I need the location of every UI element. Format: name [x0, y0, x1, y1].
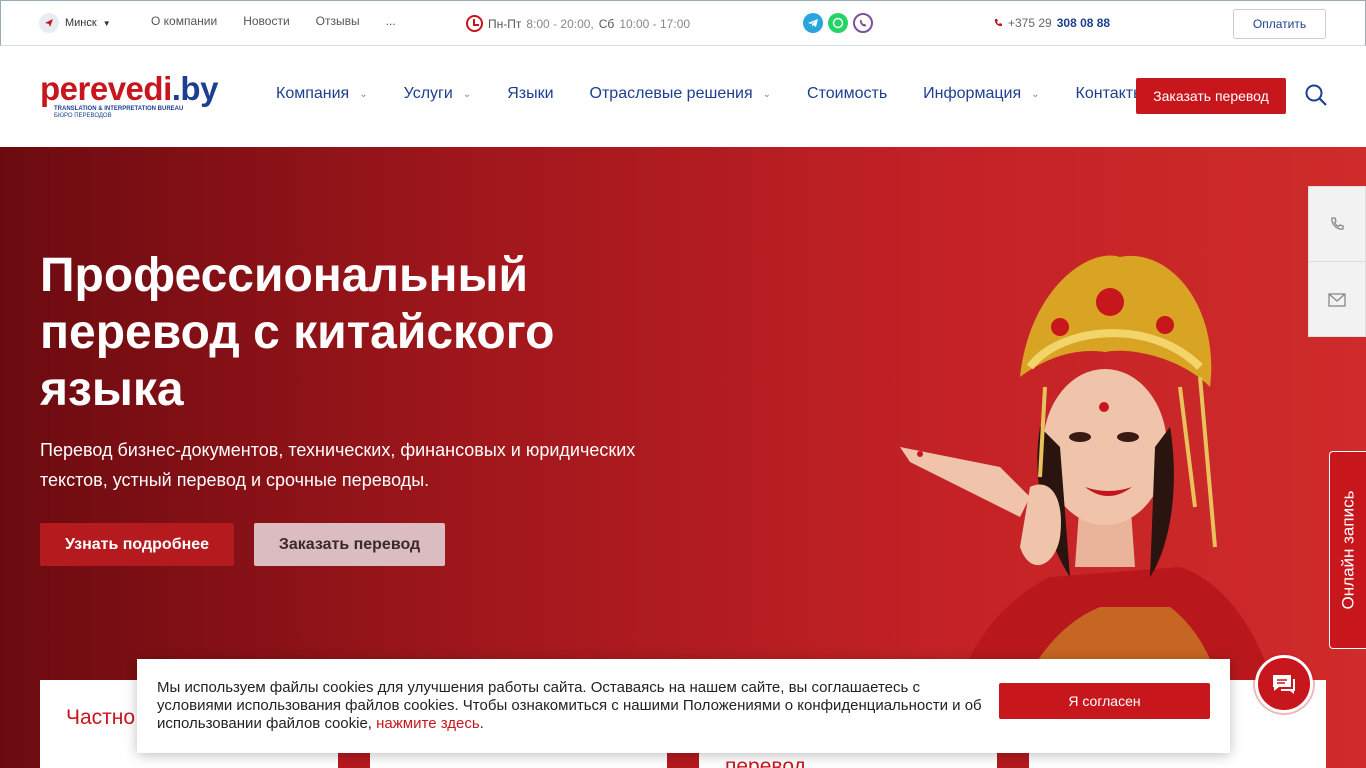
hours-time-weekdays: 8:00 - 20:00,	[526, 16, 594, 31]
phone-prefix: +375 29	[1008, 16, 1052, 30]
chat-icon	[1273, 675, 1295, 694]
chevron-down-icon: ▼	[102, 18, 111, 28]
nav-item-information[interactable]: Информация ⌄	[923, 85, 1039, 103]
top-link-news[interactable]: Новости	[243, 14, 289, 28]
logo-domain: .by	[171, 70, 219, 107]
cookie-message: Мы используем файлы cookies для улучшени…	[157, 679, 982, 732]
hero-title: Профессиональный перевод с китайского яз…	[40, 249, 555, 416]
phone-number: 308 08 88	[1056, 16, 1111, 30]
city-selector[interactable]: Минск ▼	[39, 13, 111, 33]
clock-icon	[466, 15, 483, 32]
nav-label: Услуги	[403, 85, 453, 102]
contact-side-widget	[1308, 186, 1366, 337]
hours-days-weekdays: Пн-Пт	[488, 16, 522, 31]
nav-item-languages[interactable]: Языки	[507, 85, 553, 103]
learn-more-button[interactable]: Узнать подробнее	[40, 523, 234, 566]
viber-icon[interactable]	[853, 13, 873, 33]
pay-button[interactable]: Оплатить	[1233, 9, 1326, 39]
side-phone-button[interactable]	[1309, 187, 1365, 262]
hero-order-button[interactable]: Заказать перевод	[254, 523, 445, 566]
cookie-policy-link[interactable]: нажмите здесь	[376, 715, 480, 732]
nav-item-contacts[interactable]: Контакты	[1076, 85, 1145, 103]
logo[interactable]: perevedi.by TRANSLATION & INTERPRETATION…	[40, 72, 218, 120]
search-icon[interactable]	[1304, 83, 1328, 107]
top-links: О компании Новости Отзывы ...	[151, 14, 396, 28]
chevron-down-icon: ⌄	[462, 88, 472, 100]
nav-label: Стоимость	[807, 85, 888, 102]
telegram-icon[interactable]	[803, 13, 823, 33]
messengers	[803, 13, 873, 33]
nav-label: Языки	[507, 85, 554, 102]
nav-item-company[interactable]: Компания ⌄	[276, 85, 368, 103]
phone-link[interactable]: +375 29 308 08 88	[993, 16, 1110, 30]
phone-icon	[1331, 217, 1344, 230]
hero-subtitle: Перевод бизнес-документов, технических, …	[40, 440, 636, 490]
chevron-down-icon: ⌄	[359, 88, 368, 100]
nav-item-pricing[interactable]: Стоимость	[807, 85, 887, 103]
nav-label: Информация	[923, 85, 1022, 102]
cookie-banner: Мы используем файлы cookies для улучшени…	[137, 659, 1230, 753]
location-icon	[39, 13, 59, 33]
chevron-down-icon: ⌄	[762, 88, 772, 100]
nav-label: Компания	[276, 85, 350, 102]
order-translation-button[interactable]: Заказать перевод	[1136, 78, 1286, 114]
hours-days-saturday: Сб	[598, 16, 615, 31]
working-hours: Пн-Пт 8:00 - 20:00, Сб 10:00 - 17:00	[466, 15, 690, 32]
top-link-more[interactable]: ...	[386, 14, 396, 28]
nav-item-services[interactable]: Услуги ⌄	[404, 85, 472, 103]
top-bar: Минск ▼ О компании Новости Отзывы ... Пн…	[0, 0, 1366, 46]
side-email-button[interactable]	[1309, 262, 1365, 337]
mail-icon	[1328, 292, 1346, 307]
main-navbar: perevedi.by TRANSLATION & INTERPRETATION…	[0, 46, 1366, 147]
nav-label: Контакты	[1075, 85, 1145, 102]
logo-name: perevedi	[40, 70, 172, 107]
nav-label: Отраслевые решения	[589, 85, 753, 102]
hours-time-saturday: 10:00 - 17:00	[619, 16, 691, 31]
chevron-down-icon: ⌄	[1031, 88, 1040, 100]
card-title-translation[interactable]: перевод	[725, 755, 806, 768]
whatsapp-icon[interactable]	[828, 13, 848, 33]
main-nav: Компания ⌄ Услуги ⌄ Языки Отраслевые решен…	[276, 85, 1181, 103]
top-link-about[interactable]: О компании	[151, 14, 217, 28]
online-booking-tab[interactable]: Онлайн запись	[1329, 451, 1366, 649]
top-link-reviews[interactable]: Отзывы	[316, 14, 360, 28]
cookie-agree-button[interactable]: Я согласен	[999, 683, 1210, 719]
online-booking-label: Онлайн запись	[1338, 490, 1357, 610]
cookie-text: Мы используем файлы cookies для улучшени…	[157, 679, 997, 733]
chat-button[interactable]	[1255, 655, 1313, 713]
nav-item-industry-solutions[interactable]: Отраслевые решения ⌄	[590, 85, 772, 103]
phone-icon	[994, 19, 1002, 27]
cookie-period: .	[479, 715, 484, 732]
logo-tagline-en: TRANSLATION & INTERPRETATION BUREAU	[54, 106, 184, 112]
city-label: Минск	[65, 17, 97, 29]
logo-tagline-ru: БЮРО ПЕРЕВОДОВ	[54, 113, 112, 119]
